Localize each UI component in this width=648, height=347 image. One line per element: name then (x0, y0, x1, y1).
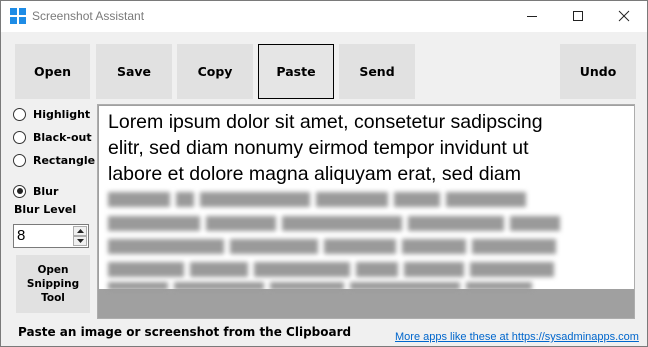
copy-button[interactable]: Copy (177, 44, 253, 99)
stepper-down-button[interactable] (73, 236, 87, 246)
app-logo-icon (10, 8, 26, 24)
blur-level-value[interactable]: 8 (17, 227, 25, 244)
save-button[interactable]: Save (96, 44, 172, 99)
minimize-button[interactable] (509, 1, 555, 31)
image-text-line: Lorem ipsum dolor sit amet, consetetur s… (108, 111, 543, 133)
radio-blackout-circle[interactable] (13, 130, 26, 144)
radio-blackout[interactable]: Black-out (13, 129, 92, 145)
chevron-up-icon (76, 228, 84, 233)
stepper-up-button[interactable] (73, 226, 87, 236)
radio-blur-label: Blur (33, 184, 59, 198)
chevron-down-icon (76, 238, 84, 243)
image-canvas[interactable]: Lorem ipsum dolor sit amet, consetetur s… (97, 104, 635, 319)
blur-level-label: Blur Level (14, 203, 77, 216)
undo-button[interactable]: Undo (560, 44, 636, 99)
app-window: Screenshot Assistant Open Save Copy Past… (0, 0, 648, 347)
close-button[interactable] (601, 1, 647, 31)
blurred-text-line (108, 282, 532, 290)
radio-blackout-label: Black-out (33, 130, 92, 144)
radio-rectangle[interactable]: Rectangle (13, 152, 95, 168)
radio-blur-circle[interactable] (13, 184, 26, 198)
radio-highlight[interactable]: Highlight (13, 106, 90, 122)
radio-blur[interactable]: Blur (13, 183, 58, 199)
image-text-line: labore et dolore magna aliquyam erat, se… (108, 163, 521, 185)
blurred-text-line (108, 236, 556, 257)
window-title: Screenshot Assistant (32, 9, 145, 23)
radio-rectangle-label: Rectangle (33, 153, 96, 167)
sysadminapps-link[interactable]: More apps like these at https://sysadmin… (395, 331, 639, 343)
blurred-text-line (108, 189, 526, 210)
minimize-icon (527, 16, 537, 17)
status-message: Paste an image or screenshot from the Cl… (18, 325, 352, 339)
open-snipping-tool-button[interactable]: Open Snipping Tool (16, 255, 90, 313)
maximize-icon (573, 11, 583, 21)
blur-level-stepper[interactable]: 8 (13, 224, 89, 248)
pasted-image[interactable]: Lorem ipsum dolor sit amet, consetetur s… (99, 106, 634, 290)
blurred-text-line (108, 259, 554, 280)
blurred-text-line (108, 213, 560, 234)
radio-highlight-circle[interactable] (13, 107, 26, 121)
radio-highlight-label: Highlight (33, 107, 91, 121)
send-button[interactable]: Send (339, 44, 415, 99)
close-icon (618, 10, 630, 22)
image-text-line: elitr, sed diam nonumy eirmod tempor inv… (108, 137, 529, 159)
maximize-button[interactable] (555, 1, 601, 31)
open-button[interactable]: Open (15, 44, 90, 99)
title-bar[interactable]: Screenshot Assistant (1, 1, 647, 32)
paste-button[interactable]: Paste (258, 44, 334, 99)
radio-rectangle-circle[interactable] (13, 153, 26, 167)
